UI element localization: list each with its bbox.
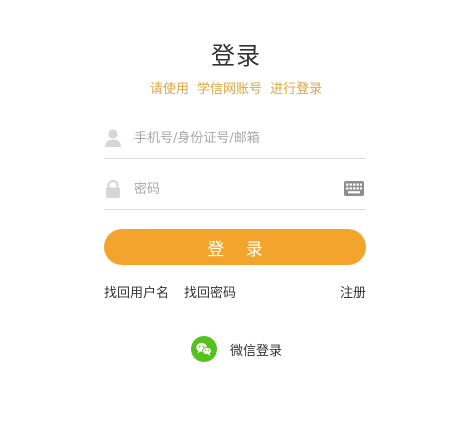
user-icon <box>105 129 121 147</box>
find-username-link[interactable]: 找回用户名 <box>104 282 169 301</box>
wechat-login-label: 微信登录 <box>230 344 283 359</box>
keyboard-icon[interactable] <box>344 181 364 196</box>
wechat-icon <box>191 336 217 362</box>
password-input[interactable] <box>134 177 334 201</box>
subtitle-part-3: 进行登录 <box>270 82 323 97</box>
account-links: 找回用户名 找回密码 注册 <box>104 282 366 301</box>
subtitle-part-1: 请使用 <box>149 82 189 97</box>
login-button[interactable]: 登 录 <box>104 229 366 265</box>
username-input[interactable] <box>134 126 334 150</box>
password-field <box>104 169 366 210</box>
find-password-link[interactable]: 找回密码 <box>184 282 236 301</box>
register-link[interactable]: 注册 <box>340 282 366 301</box>
username-field <box>104 118 366 159</box>
subtitle-part-2: 学信网账号 <box>196 82 262 97</box>
lock-icon <box>106 179 120 198</box>
login-subtitle: 请使用 学信网账号 进行登录 <box>0 78 472 97</box>
page-title: 登录 <box>211 42 261 70</box>
